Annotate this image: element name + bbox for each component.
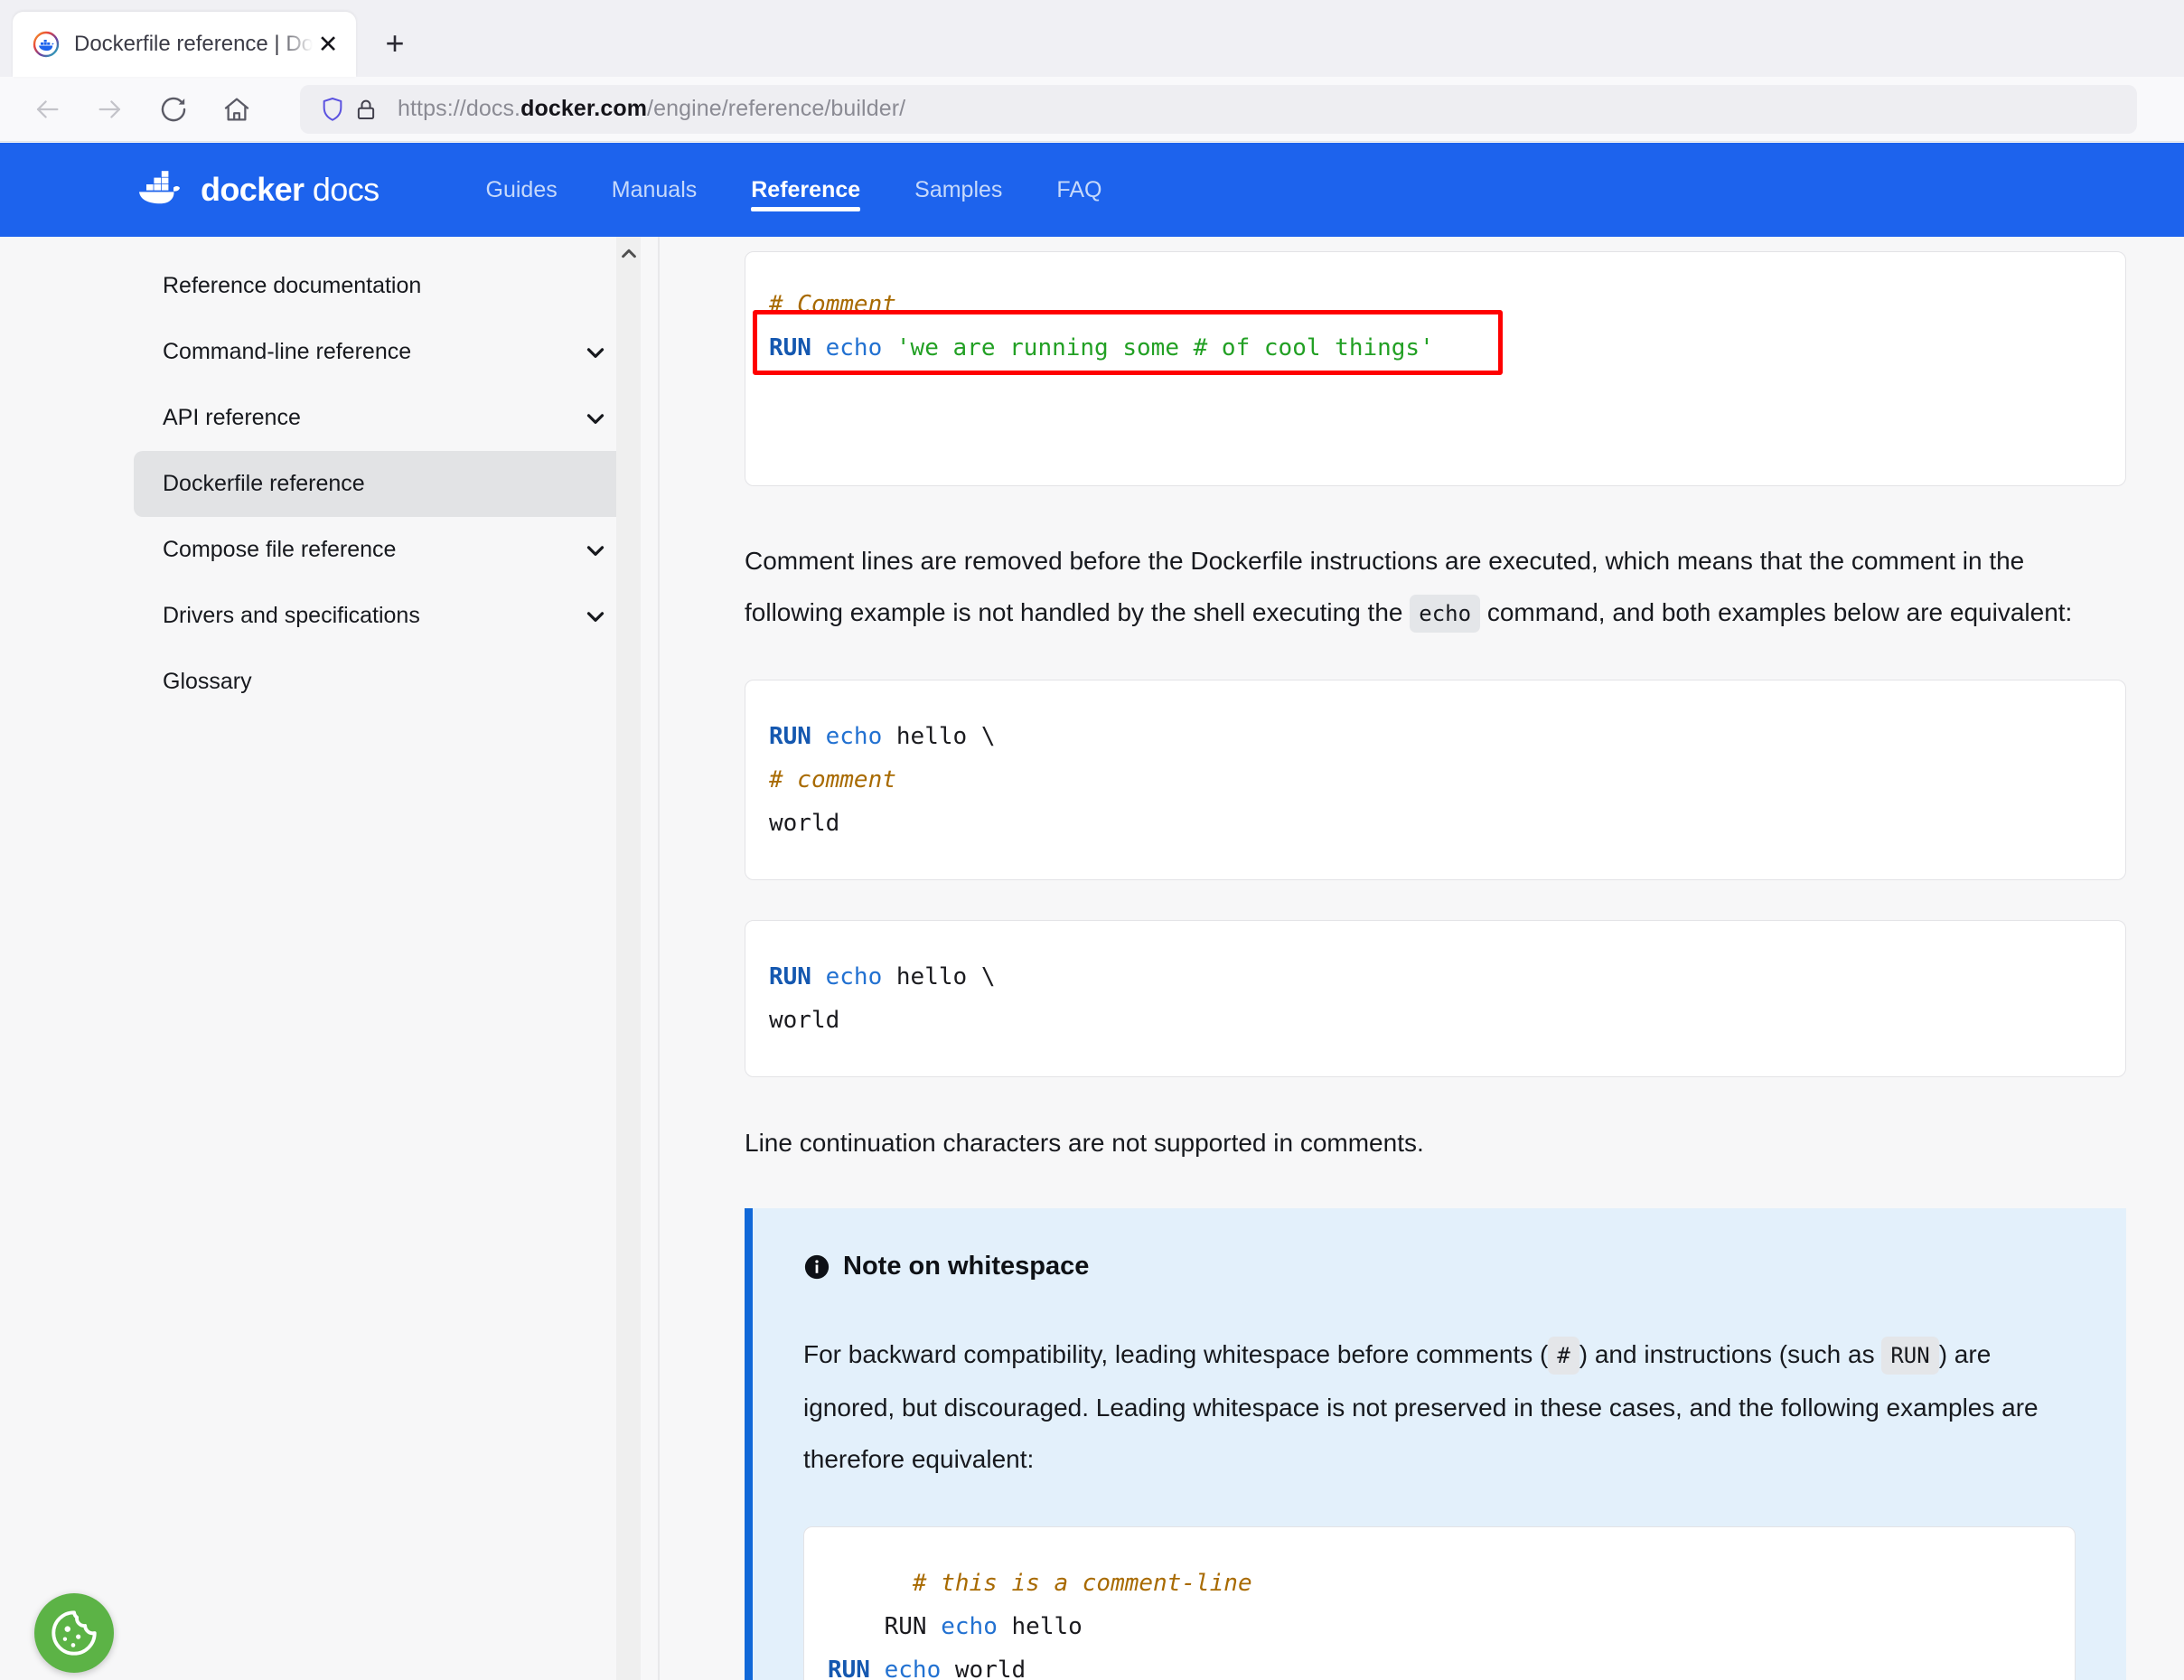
code-block-whitespace-example: # this is a comment-line RUN echo hello … (803, 1526, 2076, 1680)
chevron-down-icon[interactable] (582, 603, 609, 630)
url-domain: docker.com (520, 96, 648, 121)
sidebar-item-reference-documentation[interactable]: Reference documentation (134, 253, 634, 319)
browser-window: Dockerfile reference | Docker Docs ✕ + (0, 0, 2184, 1680)
brand-bold: docker (201, 171, 305, 208)
topnav-item-reference[interactable]: Reference (727, 143, 884, 237)
reload-icon[interactable] (148, 84, 199, 135)
code-string-literal: 'we are running some # of cool things' (895, 334, 1434, 361)
docker-whale-favicon (33, 31, 60, 58)
topnav-item-samples[interactable]: Samples (891, 143, 1026, 237)
topnav-item-faq[interactable]: FAQ (1033, 143, 1125, 237)
code-line2: world (769, 1007, 840, 1034)
back-icon[interactable] (22, 84, 72, 135)
browser-tab[interactable]: Dockerfile reference | Docker Docs ✕ (13, 12, 356, 77)
note-title: Note on whitespace (803, 1252, 2076, 1281)
site-header: docker docs Guides Manuals Reference Sam… (0, 143, 2184, 237)
main-content: # Comment RUN echo 'we are running some … (660, 237, 2184, 1680)
brand-light: docs (312, 171, 380, 208)
code-block-comment-example: # Comment RUN echo 'we are running some … (745, 251, 2126, 486)
note-text-a: For backward compatibility, leading whit… (803, 1340, 1549, 1368)
chevron-down-icon[interactable] (582, 339, 609, 366)
new-tab-button[interactable]: + (370, 19, 419, 68)
code-line2-rest: hello (997, 1613, 1083, 1640)
url-prefix: https://docs. (398, 96, 521, 121)
code-fn-echo: echo (825, 723, 883, 750)
code-fn-echo: echo (941, 1613, 998, 1640)
code-keyword-run: RUN (884, 1613, 927, 1640)
sidebar-item-label: Compose file reference (163, 537, 397, 562)
inline-code-hash: # (1548, 1337, 1579, 1375)
page-body: Reference documentation Command-line ref… (0, 237, 2184, 1680)
note-text-b: ) and instructions (such as (1579, 1340, 1882, 1368)
code-keyword-run: RUN (769, 723, 811, 750)
tab-title: Dockerfile reference | Docker Docs (74, 32, 313, 56)
padlock-icon[interactable] (352, 96, 380, 123)
inline-code-echo: echo (1410, 595, 1481, 633)
code-line2-indent (828, 1613, 885, 1640)
sidebar: Reference documentation Command-line ref… (0, 237, 660, 1680)
topnav-item-guides[interactable]: Guides (463, 143, 581, 237)
code-fn-echo: echo (825, 963, 883, 990)
navigation-toolbar: https://docs.docker.com/engine/reference… (0, 77, 2184, 142)
sidebar-item-label: Dockerfile reference (163, 471, 365, 496)
code-comment-line: # this is a comment-line (828, 1570, 1252, 1597)
sidebar-scrollbar[interactable] (616, 237, 641, 1680)
code-line3-rest: world (941, 1657, 1026, 1680)
sidebar-item-label: Glossary (163, 669, 252, 694)
paragraph-comment-lines: Comment lines are removed before the Doc… (745, 535, 2126, 640)
sidebar-divider (658, 237, 660, 1680)
sidebar-item-label: API reference (163, 405, 301, 430)
docker-whale-icon (134, 169, 190, 211)
tab-strip: Dockerfile reference | Docker Docs ✕ + (0, 0, 2184, 77)
home-icon[interactable] (211, 84, 262, 135)
sidebar-item-label: Reference documentation (163, 273, 422, 298)
sidebar-item-dockerfile-reference[interactable]: Dockerfile reference (134, 451, 634, 517)
chevron-down-icon[interactable] (582, 537, 609, 564)
code-comment-line: # Comment (769, 291, 896, 318)
sidebar-item-glossary[interactable]: Glossary (134, 649, 634, 715)
note-title-text: Note on whitespace (843, 1252, 1090, 1281)
code-fn-echo: echo (884, 1657, 942, 1680)
code-line1-rest: hello \ (882, 723, 996, 750)
sidebar-item-compose-file-reference[interactable]: Compose file reference (134, 517, 634, 583)
code-line3: world (769, 810, 840, 837)
cookie-consent-icon[interactable] (34, 1593, 114, 1673)
sidebar-item-api-reference[interactable]: API reference (134, 385, 634, 451)
sidebar-item-drivers-and-specifications[interactable]: Drivers and specifications (134, 583, 634, 649)
sidebar-item-label: Drivers and specifications (163, 603, 420, 628)
topnav-item-manuals[interactable]: Manuals (588, 143, 721, 237)
code-block-run-echo-world: RUN echo hello \ world (745, 920, 2126, 1077)
note-callout-whitespace: Note on whitespace For backward compatib… (745, 1208, 2126, 1680)
code-line1-rest: hello \ (882, 963, 996, 990)
brand-text: docker docs (201, 171, 380, 209)
docker-docs-logo[interactable]: docker docs (134, 169, 380, 211)
paragraph-line-continuation: Line continuation characters are not sup… (745, 1129, 1424, 1157)
code-fn-echo: echo (825, 334, 883, 361)
chevron-down-icon[interactable] (582, 405, 609, 432)
note-body: For backward compatibility, leading whit… (803, 1328, 2076, 1485)
url-text[interactable]: https://docs.docker.com/engine/reference… (398, 96, 905, 122)
code-block-run-echo-comment: RUN echo hello \ # comment world (745, 680, 2126, 880)
page-viewport: docker docs Guides Manuals Reference Sam… (0, 143, 2184, 1680)
url-path: /engine/reference/builder/ (647, 96, 906, 121)
forward-icon[interactable] (85, 84, 136, 135)
code-comment-line: # comment (769, 766, 896, 793)
top-navigation: Guides Manuals Reference Samples FAQ (463, 143, 1126, 237)
code-keyword-run: RUN (769, 963, 811, 990)
chevron-up-icon[interactable] (616, 242, 641, 266)
info-icon (803, 1253, 830, 1281)
shield-icon[interactable] (318, 95, 347, 124)
code-keyword-run: RUN (769, 334, 811, 361)
paragraph-text-b: command, and both examples below are equ… (1480, 598, 2073, 626)
close-icon[interactable]: ✕ (313, 29, 343, 60)
sidebar-item-label: Command-line reference (163, 339, 412, 364)
sidebar-item-command-line-reference[interactable]: Command-line reference (134, 319, 634, 385)
inline-code-run: RUN (1881, 1337, 1939, 1375)
code-keyword-run: RUN (828, 1657, 870, 1680)
address-bar[interactable]: https://docs.docker.com/engine/reference… (300, 84, 2137, 134)
